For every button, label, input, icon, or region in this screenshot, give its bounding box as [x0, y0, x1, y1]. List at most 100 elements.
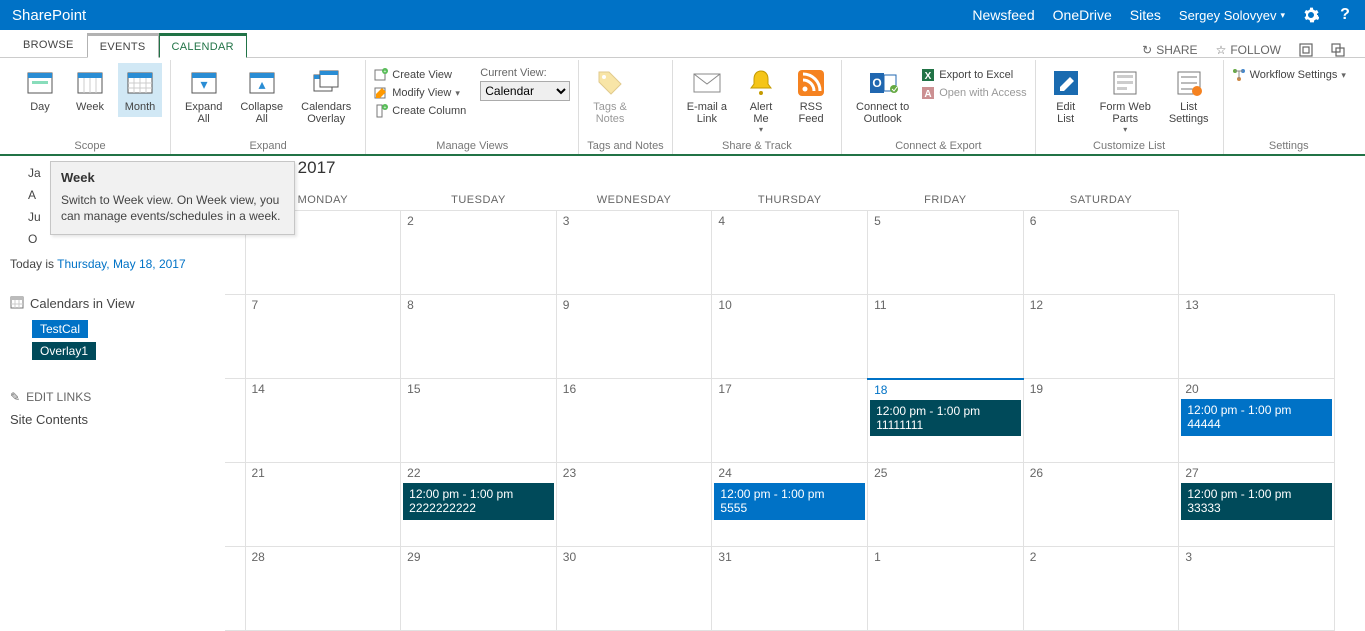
week-lead: [225, 547, 245, 631]
gear-icon[interactable]: [1303, 7, 1319, 23]
day-number: 12: [1030, 298, 1043, 312]
group-settings-label: Settings: [1232, 138, 1346, 154]
expand-icon: ▾: [188, 67, 220, 99]
tags-notes-button[interactable]: Tags & Notes: [587, 63, 633, 129]
access-icon: A: [921, 86, 935, 100]
day-number: 10: [718, 298, 731, 312]
day-cell[interactable]: 2712:00 pm - 1:00 pm33333: [1179, 463, 1335, 547]
tab-browse[interactable]: BROWSE: [10, 33, 87, 57]
day-cell[interactable]: 10: [712, 295, 868, 379]
star-icon: ☆: [1216, 43, 1227, 57]
calendar-event[interactable]: 12:00 pm - 1:00 pm11111111: [870, 400, 1021, 437]
day-cell[interactable]: 6: [1023, 211, 1179, 295]
day-cell[interactable]: 20 12:00 pm - 1:00 pm44444: [1179, 379, 1335, 463]
workflow-settings-button[interactable]: Workflow Settings ▾: [1232, 67, 1346, 83]
help-icon[interactable]: ?: [1337, 7, 1353, 23]
share-button[interactable]: ↻ SHARE: [1142, 43, 1197, 57]
email-link-button[interactable]: E-mail a Link: [681, 63, 733, 129]
day-cell[interactable]: 3: [1179, 547, 1335, 631]
mini-month-picker[interactable]: Ja A Ju O: [10, 161, 51, 251]
scope-week-button[interactable]: Week: [68, 63, 112, 117]
email-icon: [691, 67, 723, 99]
day-cell[interactable]: 15: [401, 379, 557, 463]
caret-down-icon: ▾: [1280, 10, 1285, 21]
day-cell[interactable]: 12: [1023, 295, 1179, 379]
rss-feed-button[interactable]: RSS Feed: [789, 63, 833, 129]
user-menu[interactable]: Sergey Solovyev ▾: [1179, 8, 1285, 23]
day-cell[interactable]: 28: [245, 547, 401, 631]
calendar-event[interactable]: 12:00 pm - 1:00 pm44444: [1181, 399, 1332, 436]
day-cell[interactable]: 1812:00 pm - 1:00 pm11111111: [868, 379, 1024, 463]
day-number: 28: [252, 550, 265, 564]
list-settings-button[interactable]: List Settings: [1163, 63, 1215, 129]
day-cell[interactable]: 2: [401, 211, 557, 295]
export-excel-button[interactable]: X Export to Excel: [921, 67, 1026, 83]
day-cell[interactable]: 19: [1023, 379, 1179, 463]
day-cell[interactable]: 31: [712, 547, 868, 631]
tab-calendar[interactable]: CALENDAR: [159, 33, 247, 58]
collapse-all-button[interactable]: ▴ Collapse All: [234, 63, 289, 129]
create-view-button[interactable]: + Create View: [374, 67, 466, 83]
follow-button[interactable]: ☆ FOLLOW: [1216, 43, 1281, 57]
calendar-tag[interactable]: Overlay1: [32, 342, 96, 360]
calendar-event[interactable]: 12:00 pm - 1:00 pm33333: [1181, 483, 1332, 520]
calendars-overlay-button[interactable]: Calendars Overlay: [295, 63, 357, 129]
connect-outlook-button[interactable]: O Connect to Outlook: [850, 63, 915, 129]
day-cell[interactable]: 9: [556, 295, 712, 379]
day-cell[interactable]: 3: [556, 211, 712, 295]
day-cell[interactable]: 7: [245, 295, 401, 379]
day-number: 22: [407, 466, 420, 480]
calendar-event[interactable]: 12:00 pm - 1:00 pm2222222222: [403, 483, 554, 520]
day-cell[interactable]: 1: [868, 547, 1024, 631]
scope-month-button[interactable]: Month: [118, 63, 162, 117]
calendar-tag[interactable]: TestCal: [32, 320, 88, 338]
create-column-button[interactable]: + Create Column: [374, 103, 466, 119]
day-cell[interactable]: 13: [1179, 295, 1335, 379]
current-view-select[interactable]: Calendar: [480, 81, 570, 101]
calendar-event[interactable]: 12:00 pm - 1:00 pm5555: [714, 483, 865, 520]
day-cell[interactable]: 8: [401, 295, 557, 379]
nav-newsfeed[interactable]: Newsfeed: [972, 7, 1034, 23]
focus-icon[interactable]: [1299, 43, 1313, 57]
scope-day-button[interactable]: Day: [18, 63, 62, 117]
alert-me-button[interactable]: Alert Me ▾: [739, 63, 783, 138]
day-cell[interactable]: 4: [712, 211, 868, 295]
site-contents-link[interactable]: Site Contents: [10, 412, 215, 427]
nav-sites[interactable]: Sites: [1130, 7, 1161, 23]
day-cell[interactable]: 2412:00 pm - 1:00 pm5555: [712, 463, 868, 547]
tab-events[interactable]: EVENTS: [87, 33, 159, 58]
modify-view-button[interactable]: Modify View ▾: [374, 85, 466, 101]
open-access-button[interactable]: A Open with Access: [921, 85, 1026, 101]
day-cell[interactable]: 26: [1023, 463, 1179, 547]
nav-onedrive[interactable]: OneDrive: [1053, 7, 1112, 23]
day-cell[interactable]: 5: [868, 211, 1024, 295]
sync-icon[interactable]: [1331, 43, 1345, 57]
edit-links-button[interactable]: ✎ EDIT LINKS: [10, 390, 215, 404]
edit-list-button[interactable]: Edit List: [1044, 63, 1088, 129]
day-cell[interactable]: 2: [1023, 547, 1179, 631]
svg-text:A: A: [925, 89, 932, 100]
day-cell[interactable]: 22 12:00 pm - 1:00 pm2222222222: [401, 463, 557, 547]
day-cell[interactable]: 11: [868, 295, 1024, 379]
day-header: THURSDAY: [712, 190, 868, 211]
day-cell[interactable]: 30: [556, 547, 712, 631]
day-cell[interactable]: 21: [245, 463, 401, 547]
day-cell[interactable]: 23: [556, 463, 712, 547]
expand-all-button[interactable]: ▾ Expand All: [179, 63, 228, 129]
rss-icon: [795, 67, 827, 99]
day-header: SATURDAY: [1023, 190, 1179, 211]
day-cell[interactable]: 14: [245, 379, 401, 463]
form-web-parts-button[interactable]: Form Web Parts ▾: [1094, 63, 1157, 138]
day-cell[interactable]: 17: [712, 379, 868, 463]
workflow-icon: [1232, 68, 1246, 82]
day-cell[interactable]: 16: [556, 379, 712, 463]
pencil-icon: ✎: [10, 390, 20, 404]
overlay-icon: [310, 67, 342, 99]
tooltip-body: Switch to Week view. On Week view, you c…: [61, 193, 284, 224]
day-number: 20: [1185, 382, 1198, 396]
day-cell[interactable]: 25: [868, 463, 1024, 547]
today-link[interactable]: Thursday, May 18, 2017: [57, 257, 186, 271]
caret-down-icon: ▾: [1341, 70, 1346, 81]
edit-list-icon: [1050, 67, 1082, 99]
day-cell[interactable]: 29: [401, 547, 557, 631]
